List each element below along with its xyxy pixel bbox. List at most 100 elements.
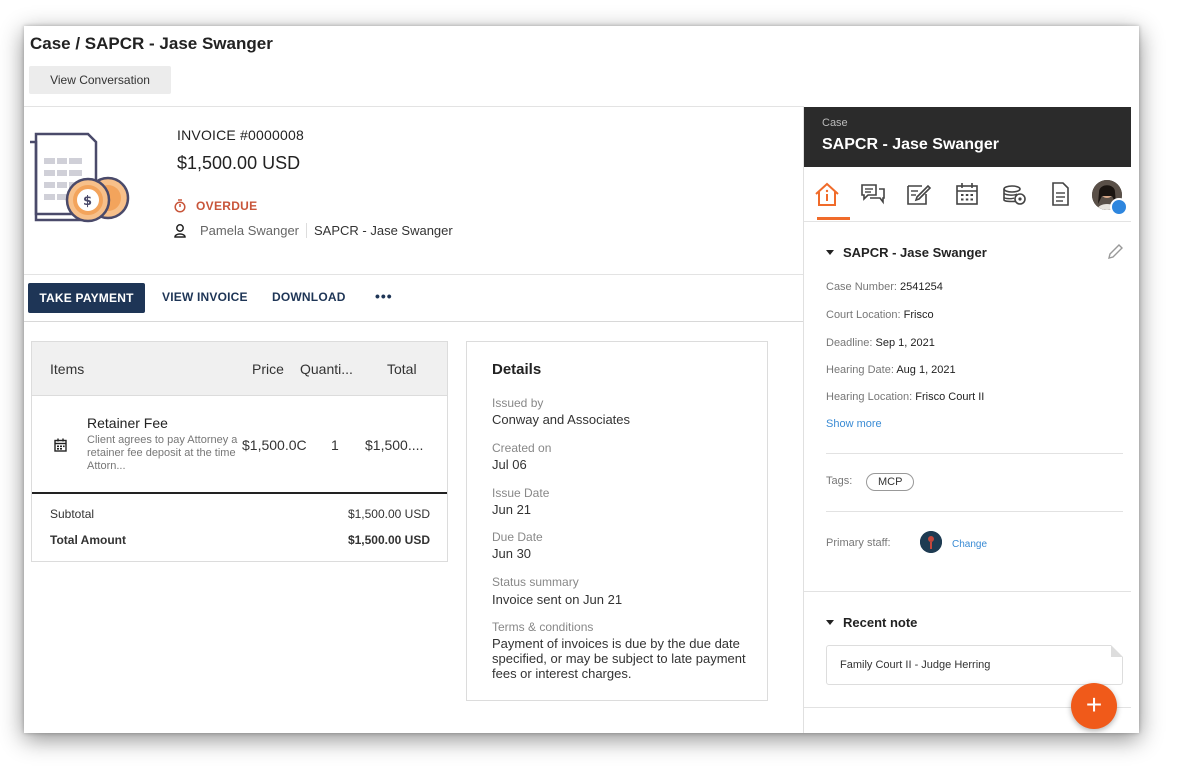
view-invoice-button[interactable]: VIEW INVOICE <box>162 290 248 304</box>
home-info-icon <box>815 182 839 206</box>
deadline-value: Sep 1, 2021 <box>875 337 935 349</box>
panel-divider <box>826 453 1123 454</box>
panel-case-title: SAPCR - Jase Swanger <box>822 136 999 153</box>
tab-billing[interactable] <box>999 179 1029 209</box>
chat-icon <box>861 184 885 205</box>
svg-text:$: $ <box>83 194 92 209</box>
details-card: Details Issued by Conway and Associates … <box>466 341 768 701</box>
court-location-label: Court Location: <box>826 309 901 321</box>
column-total: Total <box>387 361 417 377</box>
view-conversation-button[interactable]: View Conversation <box>29 66 171 94</box>
more-options-button[interactable]: ••• <box>375 288 393 304</box>
deadline: Deadline: Sep 1, 2021 <box>826 337 935 349</box>
details-title: Details <box>492 361 542 378</box>
items-table: Items Price Quanti... Total Retainer Fee… <box>31 341 448 562</box>
invoice-number: INVOICE #0000008 <box>177 127 304 143</box>
edit-note-icon <box>907 184 932 205</box>
created-on-label: Created on <box>492 441 552 455</box>
client-info: Pamela Swanger SAPCR - Jase Swanger <box>174 223 453 238</box>
status-summary-value: Invoice sent on Jun 21 <box>492 592 623 607</box>
tab-conversations[interactable] <box>858 179 888 209</box>
recent-note-header[interactable]: Recent note <box>826 615 917 630</box>
panel-case-label: Case <box>822 117 848 129</box>
client-name[interactable]: Pamela Swanger <box>200 223 307 238</box>
panel-tabs <box>804 167 1131 222</box>
issued-by-value: Conway and Associates <box>492 412 631 427</box>
subtotal-row: Subtotal $1,500.00 USD <box>50 507 430 521</box>
panel-section-divider <box>804 591 1131 592</box>
item-title: Retainer Fee <box>87 415 168 431</box>
active-tab-indicator <box>817 217 850 220</box>
case-section-title: SAPCR - Jase Swanger <box>843 245 987 260</box>
column-items: Items <box>50 361 85 377</box>
person-icon <box>174 223 186 238</box>
app-window: Case / SAPCR - Jase Swanger View Convers… <box>24 26 1139 733</box>
column-price: Price <box>252 361 284 377</box>
contact-badge-icon <box>1110 198 1128 216</box>
hearing-date-value: Aug 1, 2021 <box>896 364 956 376</box>
add-fab-button[interactable]: + <box>1071 683 1117 729</box>
panel-header: Case SAPCR - Jase Swanger <box>804 107 1131 167</box>
total-label: Total Amount <box>50 533 126 547</box>
download-button[interactable]: DOWNLOAD <box>272 290 346 304</box>
document-icon <box>1052 182 1069 206</box>
issued-by-label: Issued by <box>492 396 544 410</box>
change-staff-link[interactable]: Change <box>952 539 987 550</box>
subtotal-value: $1,500.00 USD <box>347 507 430 521</box>
issue-date-value: Jun 21 <box>492 502 532 517</box>
invoice-amount: $1,500.00 USD <box>177 153 301 173</box>
court-location-value: Frisco <box>903 309 934 321</box>
case-side-panel: Case SAPCR - Jase Swanger SAPCR - Jase S… <box>803 107 1131 733</box>
case-number-label: Case Number: <box>826 281 897 293</box>
terms-label: Terms & conditions <box>492 620 594 634</box>
recent-note-card[interactable]: Family Court II - Judge Herring <box>826 645 1123 685</box>
header-divider <box>24 106 804 107</box>
avatar <box>920 531 942 553</box>
tab-documents[interactable] <box>1045 179 1075 209</box>
panel-divider <box>826 511 1123 512</box>
created-on-value: Jul 06 <box>492 457 527 472</box>
items-table-header: Items Price Quanti... Total <box>32 342 447 396</box>
terms-value: Payment of invoices is due by the due da… <box>492 636 746 681</box>
status-text: OVERDUE <box>196 199 258 213</box>
tab-notes[interactable] <box>904 179 934 209</box>
hearing-date-label: Hearing Date: <box>826 364 894 376</box>
item-total: $1,500.... <box>365 437 424 453</box>
recent-note-title: Recent note <box>843 615 918 630</box>
take-payment-button[interactable]: TAKE PAYMENT <box>28 283 145 313</box>
tab-case-info[interactable] <box>812 179 842 209</box>
tab-calendar[interactable] <box>952 179 982 209</box>
pencil-icon[interactable] <box>1106 243 1124 261</box>
hearing-location-label: Hearing Location: <box>826 391 913 403</box>
tag-chip[interactable]: MCP <box>866 473 915 491</box>
show-more-link[interactable]: Show more <box>826 418 882 430</box>
due-date-value: Jun 30 <box>492 546 532 561</box>
toolbar-divider-top <box>24 274 804 275</box>
recent-note-text: Family Court II - Judge Herring <box>840 659 991 671</box>
court-location: Court Location: Frisco <box>826 309 934 321</box>
case-number: Case Number: 2541254 <box>826 281 943 293</box>
stopwatch-icon <box>174 199 186 213</box>
table-row[interactable]: Retainer Fee Client agrees to pay Attorn… <box>32 396 447 494</box>
staff-avatar <box>920 531 942 553</box>
total-row: Total Amount $1,500.00 USD <box>50 533 430 547</box>
caret-down-icon <box>826 620 834 625</box>
column-quantity: Quanti... <box>300 361 353 377</box>
coins-icon <box>1003 185 1026 205</box>
invoice-coins-icon: $ <box>30 132 130 223</box>
tags-label: Tags: <box>826 475 853 487</box>
subtotal-label: Subtotal <box>50 507 95 521</box>
item-description: Client agrees to pay Attorney a retainer… <box>87 434 238 472</box>
case-section-header[interactable]: SAPCR - Jase Swanger <box>826 245 987 260</box>
client-case-link[interactable]: SAPCR - Jase Swanger <box>307 223 453 238</box>
case-number-value: 2541254 <box>899 281 943 293</box>
status-badge: OVERDUE <box>174 199 257 213</box>
issue-date-label: Issue Date <box>492 486 550 500</box>
caret-down-icon <box>826 250 834 255</box>
status-summary-label: Status summary <box>492 575 579 589</box>
hearing-date: Hearing Date: Aug 1, 2021 <box>826 364 956 376</box>
hearing-location: Hearing Location: Frisco Court II <box>826 391 984 403</box>
primary-staff-label: Primary staff: <box>826 537 891 549</box>
calendar-icon <box>956 183 978 205</box>
hearing-location-value: Frisco Court II <box>915 391 985 403</box>
